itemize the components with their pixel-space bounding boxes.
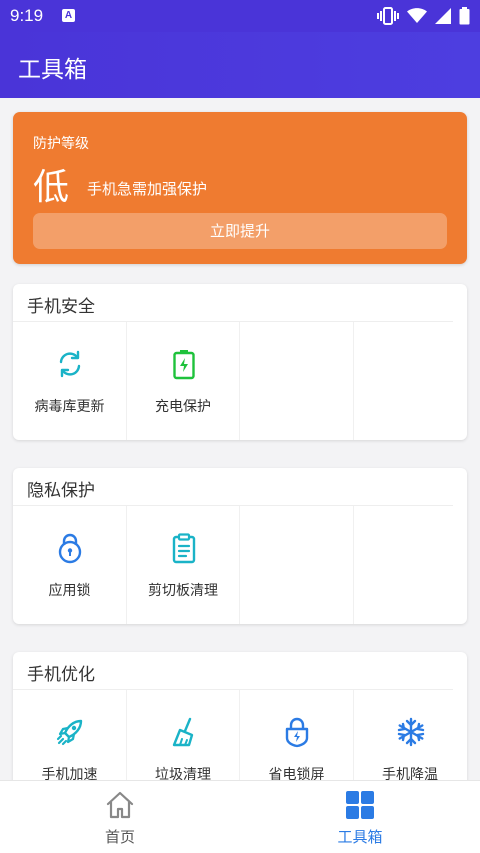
lock-icon: [58, 533, 82, 564]
empty-cell: [240, 506, 354, 624]
page-title: 工具箱: [18, 57, 87, 83]
tool-app-lock[interactable]: 应用锁: [13, 506, 127, 624]
tab-toolbox-label: 工具箱: [337, 828, 383, 846]
notification-icon: A: [62, 9, 75, 22]
section-title: 手机安全: [27, 297, 95, 317]
refresh-icon: [59, 350, 81, 378]
tool-label: 病毒库更新: [34, 399, 105, 415]
tab-home-label: 首页: [104, 828, 135, 846]
tool-clipboard-clean[interactable]: 剪切板清理: [127, 506, 240, 624]
broom-icon: [172, 717, 193, 747]
tool-label: 充电保护: [155, 399, 211, 415]
tab-home[interactable]: 首页: [0, 781, 240, 853]
protection-level-description: 手机急需加强保护: [87, 180, 208, 198]
grid-icon: [346, 791, 374, 819]
vibrate-icon: [377, 7, 399, 25]
tool-charge-protection[interactable]: 充电保护: [127, 322, 240, 440]
status-time: 9:19: [10, 6, 44, 25]
upgrade-now-button[interactable]: 立即提升: [33, 213, 447, 249]
section-title: 隐私保护: [27, 481, 95, 501]
battery-charging-icon: [172, 350, 195, 380]
tool-label: 应用锁: [48, 583, 91, 599]
battery-icon: [459, 7, 470, 25]
signal-icon: [435, 8, 451, 24]
protection-level-value: 低: [33, 167, 70, 208]
clipboard-icon: [172, 533, 195, 564]
empty-cell: [354, 506, 468, 624]
home-icon: [106, 791, 134, 819]
tab-toolbox[interactable]: 工具箱: [240, 781, 480, 853]
section-title: 手机优化: [27, 665, 95, 685]
protection-level-label: 防护等级: [33, 136, 89, 152]
shield-lock-bolt-icon: [285, 717, 309, 748]
empty-cell: [240, 322, 354, 440]
snowflake-icon: [397, 717, 424, 747]
tool-label: 剪切板清理: [148, 583, 218, 599]
status-icons: [377, 7, 470, 25]
wifi-icon: [407, 8, 427, 23]
section-privacy-protection: 隐私保护 应用锁 剪切板清理: [13, 468, 467, 624]
tool-virus-db-update[interactable]: 病毒库更新: [13, 322, 127, 440]
empty-cell: [354, 322, 468, 440]
app-bar: 工具箱: [0, 32, 480, 98]
protection-level-card: 防护等级 低 手机急需加强保护 立即提升: [13, 112, 467, 264]
rocket-icon: [56, 719, 83, 746]
bottom-navigation: 首页 工具箱: [0, 780, 480, 853]
status-bar: 9:19 A: [0, 0, 480, 32]
section-phone-security: 手机安全 病毒库更新 充电保护: [13, 284, 467, 440]
